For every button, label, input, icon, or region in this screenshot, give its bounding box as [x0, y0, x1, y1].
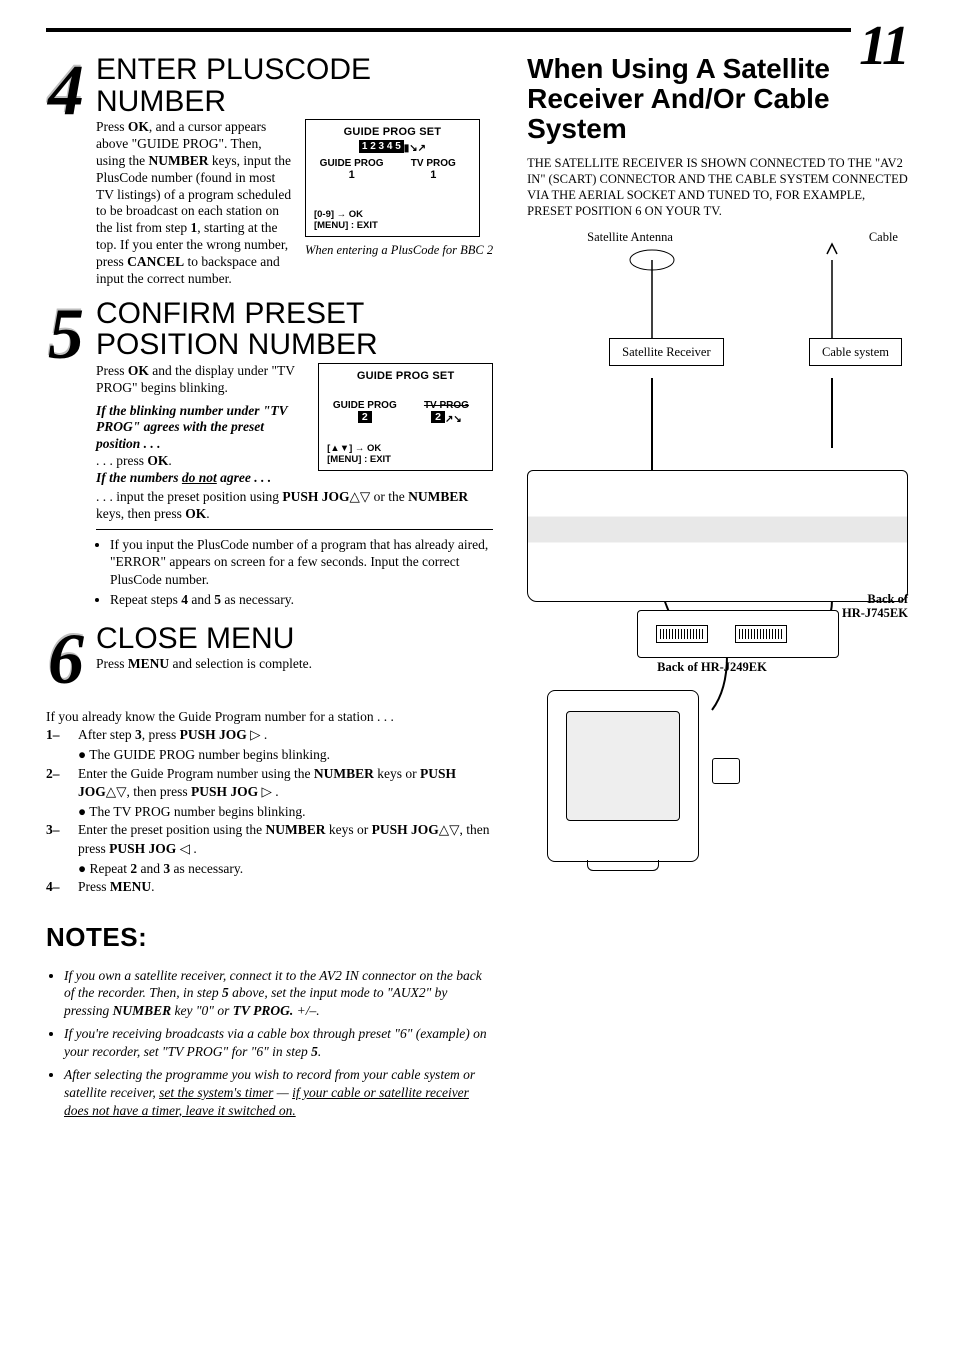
osd5-legend2: [MENU] : EXIT	[327, 454, 484, 465]
shortcut-step-label: 3–	[46, 821, 72, 857]
osd4-legend1: [0-9] → OK	[314, 209, 471, 220]
shortcut-step-text: After step 3, press PUSH JOG ▷ .	[78, 726, 267, 744]
box-cable-system: Cable system	[809, 338, 902, 366]
label-cable: Cable	[869, 230, 898, 244]
shortcut-step-sub: ● The GUIDE PROG number begins blinking.	[78, 746, 493, 764]
step-number-5: 5	[46, 304, 86, 613]
step-5: 5 CONFIRM PRESET POSITION NUMBER Press O…	[46, 298, 493, 613]
box-sat-receiver: Satellite Receiver	[609, 338, 724, 366]
shortcut-step-label: 4–	[46, 878, 72, 896]
connection-diagram: Satellite Antenna Cable Satellite Receiv…	[527, 230, 908, 870]
osd-step-5: GUIDE PROG SET GUIDE PROG 2 TV PROG 2 ↗↘	[318, 363, 493, 471]
osd4-caption: When entering a PlusCode for BBC 2	[305, 243, 493, 258]
shortcut-block: If you already know the Guide Program nu…	[46, 708, 493, 896]
step-number-4: 4	[46, 60, 86, 288]
label-back-249: Back of HR-J249EK	[657, 660, 767, 674]
vcr-back-panel	[637, 610, 839, 658]
tv-receiver	[547, 690, 699, 862]
osd4-right-val: 1	[396, 169, 471, 181]
osd5-title: GUIDE PROG SET	[327, 370, 484, 382]
osd5-right-label: TV PROG	[409, 400, 484, 411]
vcr-unit	[527, 470, 908, 602]
label-cable-system: Cable system	[822, 345, 889, 359]
osd4-digits: 1 2 3 4 5	[359, 140, 404, 153]
shortcut-step-label: 2–	[46, 765, 72, 801]
step-6-title: CLOSE MENU	[96, 623, 493, 655]
step-number-6: 6	[46, 629, 86, 690]
shortcut-step-label: 1–	[46, 726, 72, 744]
osd5-left-label: GUIDE PROG	[327, 400, 402, 411]
step-4-title: ENTER PLUSCODE NUMBER	[96, 54, 493, 117]
cursor-icon: ▮↘↗	[404, 143, 426, 154]
osd4-left-val: 1	[314, 169, 389, 181]
shortcut-step-text: Enter the Guide Program number using the…	[78, 765, 493, 801]
label-sat-antenna: Satellite Antenna	[587, 230, 673, 244]
step-5-text3: . . . input the preset position using PU…	[96, 489, 493, 523]
osd4-title: GUIDE PROG SET	[314, 126, 471, 138]
step-5-text1: Press OK and the display under "TV PROG"…	[96, 363, 306, 397]
right-intro: THE SATELLITE RECEIVER IS SHOWN CONNECTE…	[527, 155, 908, 220]
step-5-title: CONFIRM PRESET POSITION NUMBER	[96, 298, 493, 361]
shortcut-step-sub: ● Repeat 2 and 3 as necessary.	[78, 860, 493, 878]
plug-icon	[712, 758, 740, 784]
step-5-notes: If you input the PlusCode number of a pr…	[96, 536, 493, 609]
shortcut-step-text: Press MENU.	[78, 878, 155, 896]
osd4-left-label: GUIDE PROG	[314, 158, 389, 169]
step-5-bullet-1: If you input the PlusCode number of a pr…	[110, 536, 493, 589]
notes-heading: NOTES:	[46, 922, 493, 953]
scart-icon	[735, 625, 787, 643]
notes-list: If you own a satellite receiver, connect…	[46, 967, 493, 1119]
label-sat-receiver: Satellite Receiver	[622, 345, 711, 359]
blink-icon: ↗↘	[445, 414, 462, 425]
osd5-legend1: [▲▼] → OK	[327, 443, 484, 454]
step-5-bullet-2: Repeat steps 4 and 5 as necessary.	[110, 591, 493, 609]
step-6-text: Press MENU and selection is complete.	[96, 656, 493, 673]
divider	[96, 529, 493, 530]
shortcut-step-sub: ● The TV PROG number begins blinking.	[78, 803, 493, 821]
step-5-text2: If the blinking number under "TV PROG" a…	[96, 403, 306, 487]
osd-step-4: GUIDE PROG SET 1 2 3 4 5▮↘↗ GUIDE PROG 1	[305, 119, 480, 237]
step-4-text: Press OK, and a cursor appears above "GU…	[96, 119, 293, 288]
shortcut-step-text: Enter the preset position using the NUMB…	[78, 821, 493, 857]
note-item: If you own a satellite receiver, connect…	[64, 967, 493, 1020]
osd4-right-label: TV PROG	[396, 158, 471, 169]
label-back-745: Back ofHR-J745EK	[842, 592, 908, 621]
shortcut-intro: If you already know the Guide Program nu…	[46, 708, 493, 726]
scart-icon	[656, 625, 708, 643]
step-4: 4 ENTER PLUSCODE NUMBER Press OK, and a …	[46, 54, 493, 288]
osd5-left-val: 2	[358, 411, 372, 423]
note-item: If you're receiving broadcasts via a cab…	[64, 1025, 493, 1060]
step-6: 6 CLOSE MENU Press MENU and selection is…	[46, 623, 493, 690]
page-number: 11	[851, 18, 908, 74]
osd4-legend2: [MENU] : EXIT	[314, 220, 471, 231]
osd5-right-val: 2	[431, 411, 445, 423]
note-item: After selecting the programme you wish t…	[64, 1066, 493, 1119]
